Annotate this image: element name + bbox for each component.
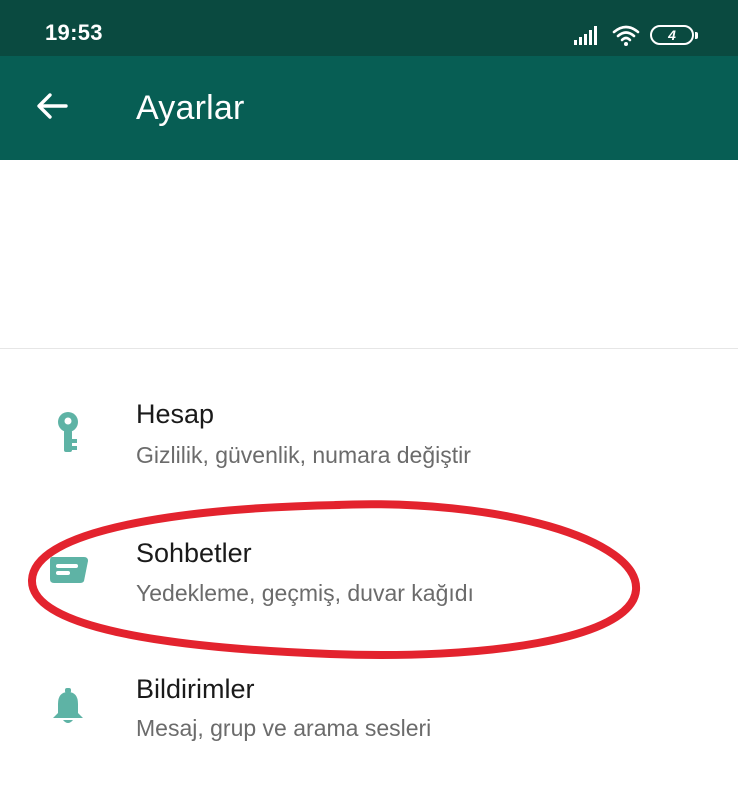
key-icon <box>40 405 96 461</box>
chat-icon <box>40 542 96 598</box>
page-title: Ayarlar <box>136 89 245 127</box>
divider <box>0 348 738 349</box>
status-time: 19:53 <box>45 20 103 45</box>
battery-icon: 4 <box>650 25 698 45</box>
status-icons: 4 <box>574 20 698 50</box>
app-bar: Ayarlar <box>0 56 738 160</box>
settings-item-bildirimler[interactable]: Bildirimler Mesaj, grup ve arama sesleri <box>0 648 738 778</box>
bell-icon <box>40 678 96 734</box>
settings-item-subtitle: Mesaj, grup ve arama sesleri <box>136 715 432 741</box>
status-bar: 19:53 4 <box>0 0 738 56</box>
settings-item-subtitle: Yedekleme, geçmiş, duvar kağıdı <box>136 580 474 606</box>
profile-area[interactable] <box>0 160 738 348</box>
arrow-left-icon <box>36 92 68 125</box>
settings-item-title: Hesap <box>136 399 215 429</box>
back-button[interactable] <box>30 86 74 130</box>
settings-item-hesap[interactable]: Hesap Gizlilik, güvenlik, numara değişti… <box>0 375 738 505</box>
settings-item-subtitle: Gizlilik, güvenlik, numara değiştir <box>136 442 471 468</box>
battery-level: 4 <box>668 27 676 43</box>
settings-item-title: Bildirimler <box>136 674 255 704</box>
signal-icon <box>574 25 602 45</box>
settings-item-sohbetler[interactable]: Sohbetler Yedekleme, geçmiş, duvar kağıd… <box>0 512 738 642</box>
settings-item-title: Sohbetler <box>136 538 252 568</box>
wifi-icon <box>612 24 640 46</box>
